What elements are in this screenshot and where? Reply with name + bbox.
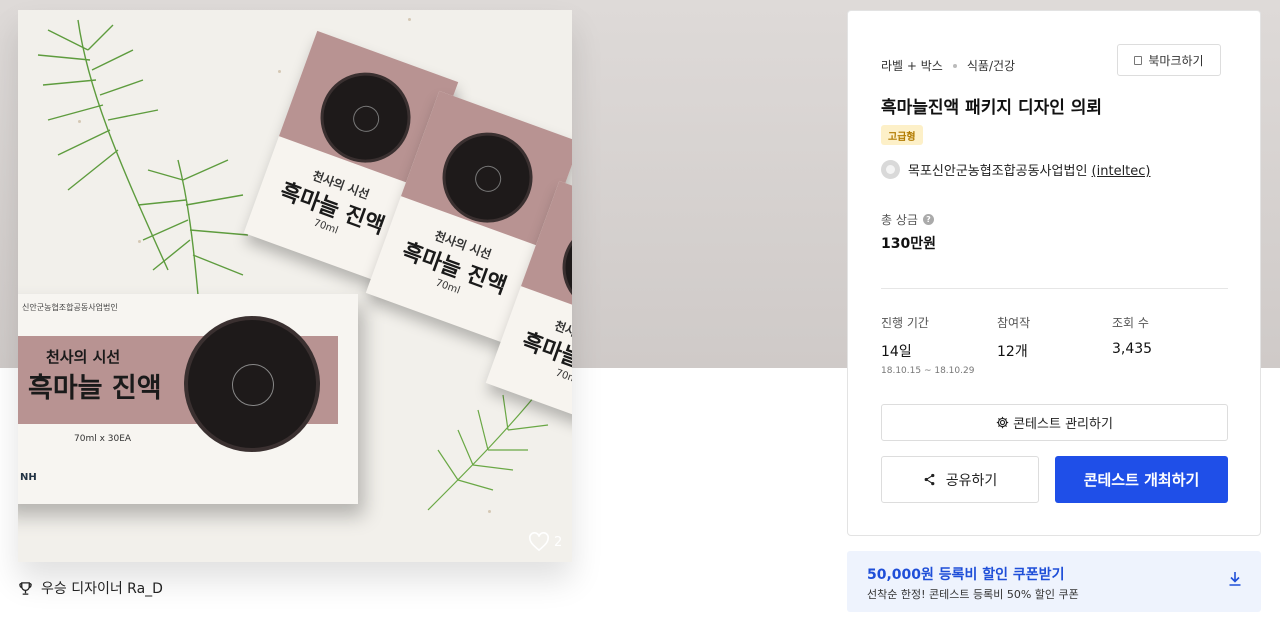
share-label: 공유하기: [945, 472, 998, 489]
trophy-icon: [19, 581, 32, 595]
winning-design-image[interactable]: 천사의 시선 흑마늘 진액 70ml 천사의 시선 흑마늘 진액 70ml 천사…: [18, 10, 572, 562]
stat-period: 진행 기간 14일 18.10.15 ~ 18.10.29: [881, 314, 974, 376]
divider: [881, 288, 1228, 289]
stat-views: 조회 수 3,435: [1112, 314, 1152, 357]
heart-icon: [529, 532, 549, 552]
coupon-description: 선착순 한정! 콘테스트 등록비 50% 할인 쿠폰: [867, 588, 1079, 601]
like-button[interactable]: 2: [528, 532, 562, 552]
category-breadcrumb: 라벨 + 박스 식품/건강: [881, 57, 1015, 74]
bookmark-icon: [1134, 55, 1143, 65]
winner-label: 우승 디자이너 Ra_D: [41, 581, 163, 597]
package-box: 신안군농협조합공동사업법인 천사의 시선 흑마늘 진액 70ml x 30EA …: [18, 294, 358, 504]
share-button[interactable]: 공유하기: [881, 456, 1039, 503]
bookmark-label: 북마크하기: [1148, 53, 1204, 68]
winner-designer[interactable]: 우승 디자이너 Ra_D: [18, 578, 163, 598]
coupon-banner[interactable]: 50,000원 등록비 할인 쿠폰받기 선착순 한정! 콘테스트 등록비 50%…: [847, 551, 1261, 612]
box-brand-text: 신안군농협조합공동사업법인: [22, 303, 118, 312]
host-name: 목포신안군농협조합공동사업법인: [908, 164, 1092, 179]
tier-badge: 고급형: [881, 125, 923, 145]
like-count: 2: [554, 534, 563, 550]
period-range: 18.10.15 ~ 18.10.29: [881, 366, 975, 376]
paper-speck: [278, 70, 281, 73]
host-avatar: [881, 160, 900, 179]
help-icon[interactable]: ?: [922, 214, 934, 225]
manage-contest-label: 콘테스트 관리하기: [1013, 417, 1113, 432]
period-value: 14일: [881, 344, 912, 360]
contest-info-card: 라벨 + 박스 식품/건강 북마크하기 흑마늘진액 패키지 디자인 의뢰 고급형…: [847, 10, 1261, 536]
box-garlic-disc: [184, 316, 320, 452]
host-id-link[interactable]: (inteltec): [1092, 164, 1151, 179]
entries-label: 참여작: [997, 316, 1031, 330]
host-contest-label: 콘테스트 개최하기: [1083, 471, 1200, 489]
prize-label: 총 상금 ?: [881, 211, 934, 228]
separator-dot: [952, 63, 957, 68]
bookmark-button[interactable]: 북마크하기: [1117, 44, 1221, 76]
download-icon[interactable]: [1228, 571, 1242, 587]
prize-value: 130만원: [881, 236, 936, 252]
dill-illustration: [37, 19, 249, 296]
views-label: 조회 수: [1112, 316, 1149, 330]
paper-speck: [408, 18, 411, 21]
contest-title: 흑마늘진액 패키지 디자인 의뢰: [881, 98, 1103, 118]
coupon-title[interactable]: 50,000원 등록비 할인 쿠폰받기: [867, 564, 1064, 584]
box-logos: NH: [20, 472, 37, 483]
host-info[interactable]: 목포신안군농협조합공동사업법인 (inteltec): [881, 160, 1151, 179]
entries-value: 12개: [997, 344, 1028, 360]
views-value: 3,435: [1112, 341, 1153, 357]
box-volume: 70ml x 30EA: [74, 434, 132, 444]
share-icon: [924, 473, 935, 486]
host-contest-button[interactable]: 콘테스트 개최하기: [1055, 456, 1228, 503]
prize-label-text: 총 상금: [881, 213, 918, 227]
manage-contest-button[interactable]: 콘테스트 관리하기: [881, 404, 1228, 441]
box-title: 흑마늘 진액: [28, 373, 162, 404]
subcategory-label[interactable]: 식품/건강: [967, 57, 1015, 74]
gear-icon: [996, 416, 1009, 429]
box-subtitle: 천사의 시선: [46, 348, 121, 366]
period-label: 진행 기간: [881, 316, 929, 330]
category-label[interactable]: 라벨 + 박스: [881, 57, 943, 74]
stat-entries: 참여작 12개: [997, 314, 1030, 361]
